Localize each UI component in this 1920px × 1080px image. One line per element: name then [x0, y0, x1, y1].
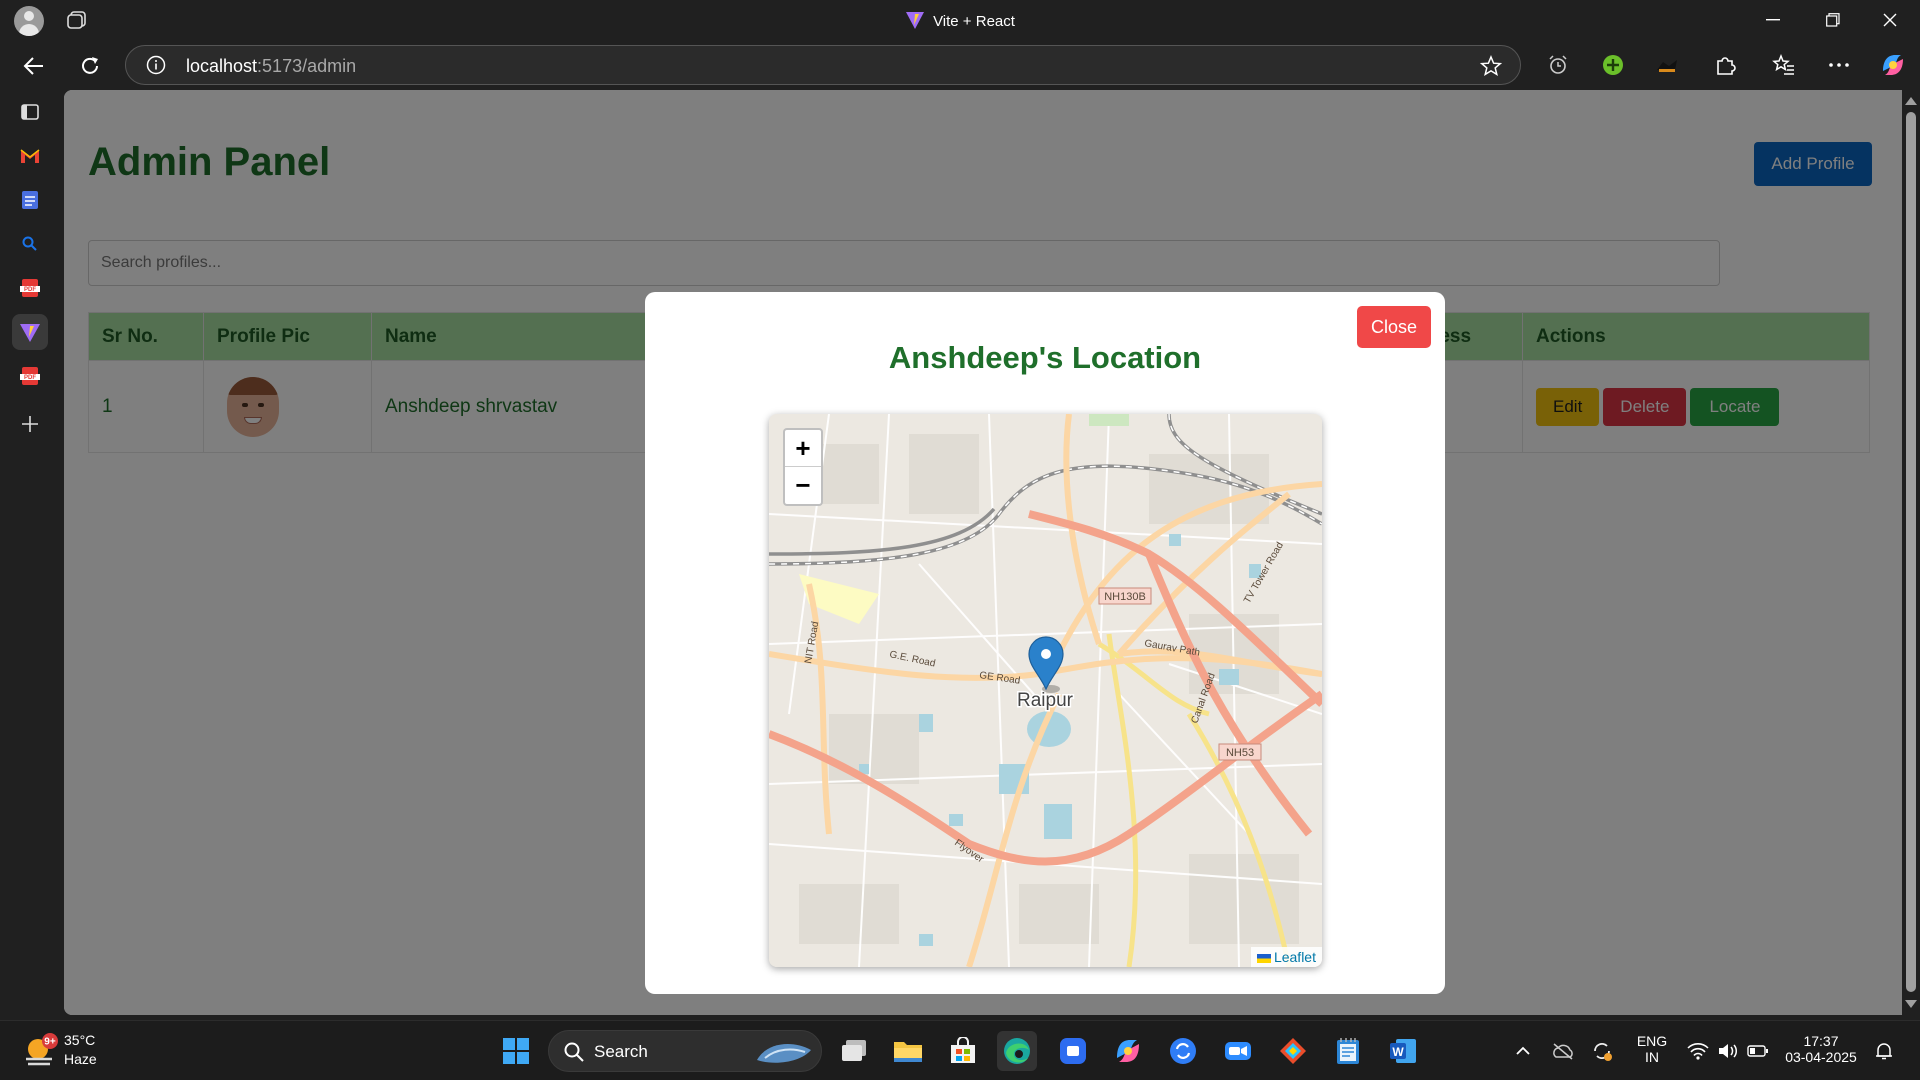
region-code: IN [1645, 1049, 1659, 1065]
scrollbar-thumb[interactable] [1906, 112, 1916, 992]
road-label-nh130b: NH130B [1104, 591, 1146, 603]
taskbar-search-label: Search [594, 1042, 648, 1061]
location-modal: Close Anshdeep's Location NH130B NH53 G.… [645, 292, 1445, 994]
browser-sidebar: PDF PDF [0, 90, 60, 1020]
battery-icon[interactable] [1738, 1031, 1778, 1071]
search-icon [564, 1042, 584, 1062]
browser-titlebar: Vite + React [0, 0, 1920, 40]
close-window-icon[interactable] [1862, 0, 1918, 40]
refresh-icon[interactable] [72, 48, 108, 84]
clock-time: 17:37 [1803, 1033, 1839, 1049]
add-sidebar-icon[interactable] [12, 406, 48, 442]
url-host: localhost [186, 56, 258, 76]
language-code: ENG [1636, 1033, 1668, 1049]
extensions-puzzle-icon[interactable] [1710, 50, 1740, 80]
weather-temperature: 35°C [64, 1032, 96, 1048]
city-label: Raipur [1017, 690, 1074, 711]
taskbar-search[interactable]: Search [548, 1030, 822, 1072]
zoom-in-button[interactable]: + [785, 430, 821, 467]
search-tool-icon[interactable] [12, 226, 48, 262]
onedrive-icon[interactable] [1543, 1031, 1583, 1071]
edge-browser-icon[interactable] [997, 1031, 1037, 1071]
map-zoom-control: + − [783, 428, 823, 506]
microsoft-store-icon[interactable] [943, 1031, 983, 1071]
alarm-extension-icon[interactable] [1543, 50, 1573, 80]
pdf-icon-2[interactable]: PDF [12, 358, 48, 394]
copilot-taskbar-icon[interactable] [1108, 1031, 1148, 1071]
back-icon[interactable] [16, 48, 52, 84]
dark-extension-icon[interactable] [1652, 50, 1682, 80]
svg-text:W: W [1392, 1045, 1404, 1059]
zoom-app-icon[interactable] [1218, 1031, 1258, 1071]
green-extension-icon[interactable] [1598, 50, 1628, 80]
gmail-icon[interactable] [12, 138, 48, 174]
window-title: Vite + React [0, 10, 1920, 34]
weather-description: Haze [64, 1051, 97, 1067]
url-path: :5173/admin [257, 56, 357, 76]
map-tiles: NH130B NH53 G.E. Road GE Road Gaurav Pat… [769, 414, 1322, 967]
notifications-icon[interactable] [1864, 1031, 1904, 1071]
copilot-icon[interactable] [1878, 50, 1908, 80]
page-viewport: Admin Panel Add Profile Sr No. Profile P… [64, 90, 1902, 1015]
leaflet-link[interactable]: Leaflet [1274, 949, 1316, 965]
favorite-star-icon[interactable] [1479, 55, 1503, 82]
clock-date: 03-04-2025 [1785, 1049, 1857, 1065]
map-attribution: Leaflet [1250, 947, 1322, 967]
address-bar[interactable]: localhost:5173/admin [125, 45, 1521, 85]
scroll-down-icon[interactable] [1902, 997, 1920, 1011]
svg-text:PDF: PDF [24, 287, 36, 293]
sync-app-icon[interactable] [1163, 1031, 1203, 1071]
show-hidden-icons[interactable] [1503, 1031, 1543, 1071]
page-scrollbar[interactable] [1902, 90, 1920, 1015]
docs-icon[interactable] [12, 182, 48, 218]
weather-widget[interactable]: 9+ 35°C Haze [22, 1031, 142, 1075]
file-explorer-icon[interactable] [888, 1031, 928, 1071]
tab-panel-icon[interactable] [12, 94, 48, 130]
dev-tool-icon[interactable] [1273, 1031, 1313, 1071]
language-indicator[interactable]: ENG IN [1628, 1033, 1676, 1065]
site-info-icon[interactable] [146, 55, 166, 75]
road-label-nh53: NH53 [1226, 747, 1254, 759]
scroll-up-icon[interactable] [1902, 94, 1920, 108]
taskbar-app-icon[interactable] [1053, 1031, 1093, 1071]
zoom-out-button[interactable]: − [785, 467, 821, 504]
browser-toolbar: localhost:5173/admin [0, 40, 1920, 90]
vite-tab-icon[interactable] [12, 314, 48, 350]
more-options-icon[interactable] [1824, 50, 1854, 80]
word-icon[interactable]: W [1383, 1031, 1423, 1071]
search-highlight-icon [757, 1044, 811, 1063]
window-title-text: Vite + React [933, 12, 1015, 30]
location-map[interactable]: NH130B NH53 G.E. Road GE Road Gaurav Pat… [769, 414, 1322, 967]
weather-haze-icon: 9+ [26, 1033, 58, 1066]
modal-title: Anshdeep's Location [888, 340, 1202, 375]
windows-start-icon[interactable] [496, 1031, 536, 1071]
clock[interactable]: 17:37 03-04-2025 [1776, 1033, 1866, 1065]
sync-status-icon[interactable] [1582, 1031, 1622, 1071]
minimize-icon[interactable] [1745, 0, 1801, 40]
pdf-icon[interactable]: PDF [12, 270, 48, 306]
url-text[interactable]: localhost:5173/admin [186, 56, 356, 77]
notepad-icon[interactable] [1328, 1031, 1368, 1071]
svg-text:PDF: PDF [24, 375, 36, 381]
task-view-icon[interactable] [834, 1031, 874, 1071]
ukraine-flag-icon [1256, 954, 1271, 963]
vite-logo-icon [905, 10, 925, 34]
restore-icon[interactable] [1805, 0, 1861, 40]
favorites-icon[interactable] [1769, 50, 1799, 80]
weather-badge: 9+ [44, 1037, 56, 1048]
windows-taskbar: 9+ 35°C Haze Search W ENG IN 17:37 03-04… [0, 1020, 1920, 1080]
